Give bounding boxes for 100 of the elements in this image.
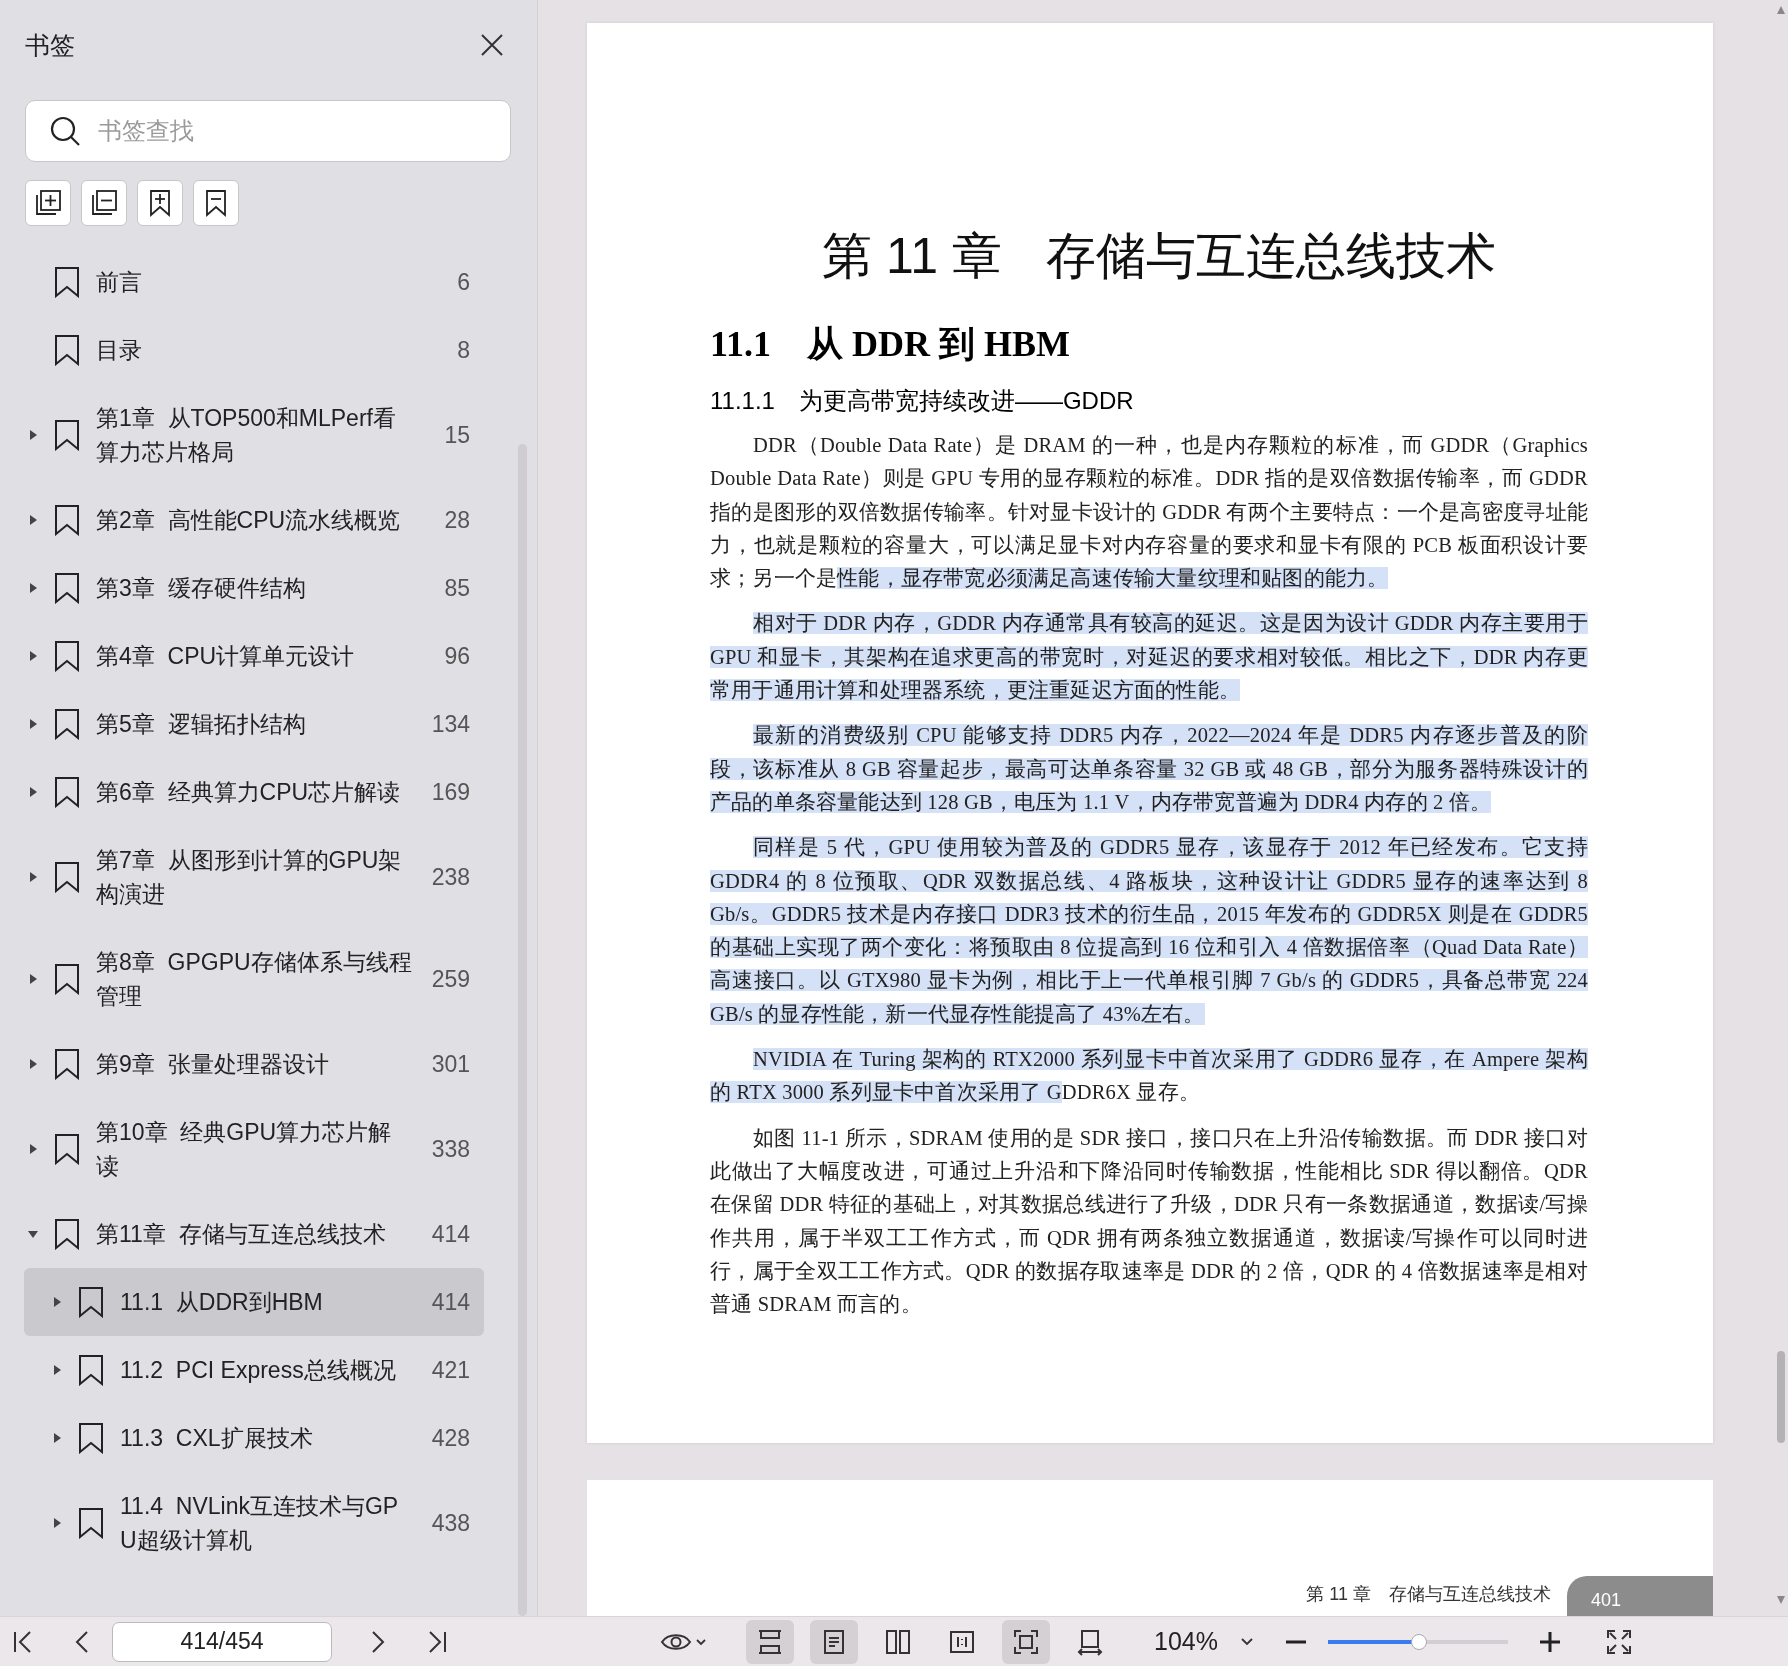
continuous-view-icon (756, 1627, 784, 1656)
caret-right-icon[interactable] (52, 1433, 62, 1443)
stacked-pages-icon (89, 188, 119, 218)
search-icon (49, 115, 81, 147)
page-number: 134 (430, 710, 470, 738)
page-number: 6 (456, 268, 470, 296)
page-number: 28 (443, 506, 470, 534)
zoom-in-icon[interactable] (1537, 1629, 1562, 1654)
caret-down-icon[interactable] (28, 1229, 38, 1239)
caret-right-icon[interactable] (28, 1144, 38, 1154)
bookmark-icon (54, 1218, 80, 1250)
bookmark-icon (54, 1048, 80, 1080)
search-field[interactable]: 书签查找 (25, 100, 511, 162)
bookmark-item[interactable]: 第3章 缓存硬件结构 85 (24, 554, 484, 622)
bookmark-label: 第11章 存储与互连总线技术 (96, 1220, 387, 1249)
caret-right-icon[interactable] (52, 1518, 62, 1528)
bookmark-label: 第7章 从图形到计算的GPU架构演进 (96, 846, 403, 909)
bookmark-item[interactable]: 第6章 经典算力CPU芯片解读 169 (24, 758, 484, 826)
single-view-button[interactable] (810, 1619, 858, 1664)
page-number: 8 (456, 336, 470, 364)
collapse-all-button[interactable] (81, 180, 127, 226)
previous-page-icon[interactable] (74, 1628, 90, 1655)
page-number: 414 (430, 1288, 470, 1316)
bookmark-item[interactable]: 11.1 从DDR到HBM 414 (24, 1268, 484, 1336)
next-page-icon[interactable] (370, 1628, 386, 1655)
page-number: 438 (430, 1509, 470, 1537)
bookmark-icon (54, 861, 80, 893)
caret-right-icon[interactable] (28, 651, 38, 661)
fullscreen-icon[interactable] (1605, 1628, 1632, 1655)
bookmark-icon (54, 504, 80, 536)
last-page-icon[interactable] (426, 1628, 448, 1655)
sidebar-title: 书签 (25, 29, 75, 61)
bookmark-icon (78, 1286, 104, 1318)
bookmark-item[interactable]: 11.3 CXL扩展技术 428 (24, 1404, 484, 1472)
bookmark-item[interactable]: 11.4 NVLink互连技术与GPU超级计算机 438 (24, 1472, 484, 1574)
bookmark-item[interactable]: 第11章 存储与互连总线技术 414 (24, 1200, 484, 1268)
bookmark-item[interactable]: 目录 8 (24, 316, 484, 384)
fit-view-button[interactable] (1002, 1619, 1050, 1664)
page-number: 301 (430, 1050, 470, 1078)
bookmark-remove-button[interactable] (193, 180, 239, 226)
caret-right-icon[interactable] (28, 787, 38, 797)
bookmark-item[interactable]: 第9章 张量处理器设计 301 (24, 1030, 484, 1098)
body-paragraph: 相对于 DDR 内存，GDDR 内存通常具有较高的延迟。这是因为设计 GDDR 内存主要用于 GPU 和显卡，其架构在追求更高的带宽时，对延迟的要求相对较低。相比之下，DDR 内存更常用于通用计算和处理器系统，更注重延迟方面的性能。 (710, 611, 1588, 704)
page-number: 338 (430, 1135, 470, 1163)
bookmark-icon (78, 1354, 104, 1386)
bookmark-item[interactable]: 前言 6 (24, 248, 484, 316)
sidebar-scrollbar[interactable] (518, 444, 527, 1616)
caret-right-icon[interactable] (28, 1059, 38, 1069)
first-page-icon[interactable] (12, 1628, 34, 1655)
bookmark-label: 目录 (96, 336, 143, 365)
page-number-field[interactable]: 414/454 (112, 1621, 332, 1662)
page-number: 238 (430, 863, 470, 891)
bookmark-item[interactable]: 第2章 高性能CPU流水线概览 28 (24, 486, 484, 554)
bookmark-icon (54, 572, 80, 604)
caret-right-icon[interactable] (28, 583, 38, 593)
bookmark-label: 11.1 从DDR到HBM (120, 1288, 324, 1317)
body-paragraph: NVIDIA 在 Turing 架构的 RTX2000 系列显卡中首次采用了 GDDR6 显存，在 Ampere 架构的 RTX 3000 系列显卡中首次采用了 GDDR6X 显存。 (710, 1047, 1588, 1106)
bookmark-icon (78, 1422, 104, 1454)
chapter-title: 存储与互连总线技术 (1045, 227, 1496, 286)
bookmark-item[interactable]: 第4章 CPU计算单元设计 96 (24, 622, 484, 690)
caret-right-icon[interactable] (28, 719, 38, 729)
bookmark-icon (54, 419, 80, 451)
page-number: 259 (430, 965, 470, 993)
bookmark-item[interactable]: 第5章 逻辑拓扑结构 134 (24, 690, 484, 758)
caret-down-icon[interactable] (1239, 1636, 1254, 1647)
bookmark-add-button[interactable] (137, 180, 183, 226)
page-number: 428 (430, 1424, 470, 1452)
caret-right-icon[interactable] (28, 872, 38, 882)
expand-all-button[interactable] (25, 180, 71, 226)
bookmark-icon (54, 708, 80, 740)
bookmark-item[interactable]: 11.2 PCI Express总线概况 421 (24, 1336, 484, 1404)
bookmark-item[interactable]: 第10章 经典GPU算力芯片解读 338 (24, 1098, 484, 1200)
bookmark-item[interactable]: 第1章 从TOP500和MLPerf看算力芯片格局 15 (24, 384, 484, 486)
caret-right-icon[interactable] (28, 430, 38, 440)
caret-right-icon[interactable] (52, 1297, 62, 1307)
body-paragraph: 同样是 5 代，GPU 使用较为普及的 GDDR5 显存，该显存于 2012 年已经发布。它支持 GDDR4 的 8 位预取、QDR 双数据总线、4 路板块，这种设计让 GDDR5 显存的速率达到 8 Gb/s。GDDR5 技术是内存接口 DDR3 技术的衍生品，2015 年发布的 GDDR5X 则是在 GDDR5 的基础上实现了两个变化：将预取由 8 位提高到 16 位和引入 4 倍数据倍率（Quad Data Rate）高速接口。以 GTX980 显卡为例，相比于上一代单根引脚 7 Gb/s 的 GDDR5，具备总带宽 224 GB/s 的显存性能，新一代显存性能提高了 43%左右。 (710, 835, 1588, 1027)
rotate-view-icon (1076, 1627, 1104, 1656)
page-number: 85 (443, 574, 470, 602)
close-icon[interactable] (481, 34, 503, 56)
chapter-number: 第 11 章 (822, 227, 1002, 286)
caret-right-icon[interactable] (28, 515, 38, 525)
caret-right-icon[interactable] (28, 974, 38, 984)
continuous-view-button[interactable] (746, 1619, 794, 1664)
double-view-icon (884, 1627, 912, 1656)
bookmark-item[interactable]: 第7章 从图形到计算的GPU架构演进 238 (24, 826, 484, 928)
caret-right-icon[interactable] (52, 1365, 62, 1375)
page-number: 414 (430, 1220, 470, 1248)
fit-view-icon (1012, 1627, 1040, 1656)
page-number: 169 (430, 778, 470, 806)
bookmark-label: 第2章 高性能CPU流水线概览 (96, 506, 402, 535)
body-paragraph: 如图 11-1 所示，SDRAM 使用的是 SDR 接口，接口只在上升沿传输数据。而 DDR 接口对此做出了大幅度改进，可通过上升沿和下降沿同时传输数据，性能相比 SDR 得以翻倍。QDR 在保留 DDR 特征的基础上，对其数据总线进行了升级，DDR 只有一条数据通道，数据读/写操作共用，属于半双工工作方式，而 QDR 拥有两条独立数据通道，数据读/写操作可以同时进行，属于全双工工作方式。QDR 的数据存取速率是 DDR 的 2 倍，QDR 的 4 倍数据速率是相对普通 SDRAM 而言的。 (710, 1125, 1588, 1318)
bookmark-label: 第9章 张量处理器设计 (96, 1050, 330, 1079)
bookmark-label: 第5章 逻辑拓扑结构 (96, 710, 307, 739)
bookmark-icon (54, 334, 80, 366)
bookmark-icon (54, 1133, 80, 1165)
bookmark-label: 第10章 经典GPU算力芯片解读 (96, 1118, 393, 1181)
bookmark-label: 第8章 GPGPU存储体系与线程管理 (96, 948, 413, 1011)
bookmark-label: 第3章 缓存硬件结构 (96, 574, 307, 603)
zoom-level[interactable]: 104% (1154, 1627, 1218, 1656)
section-heading: 11.1 从 DDR 到 HBM (710, 323, 1071, 366)
